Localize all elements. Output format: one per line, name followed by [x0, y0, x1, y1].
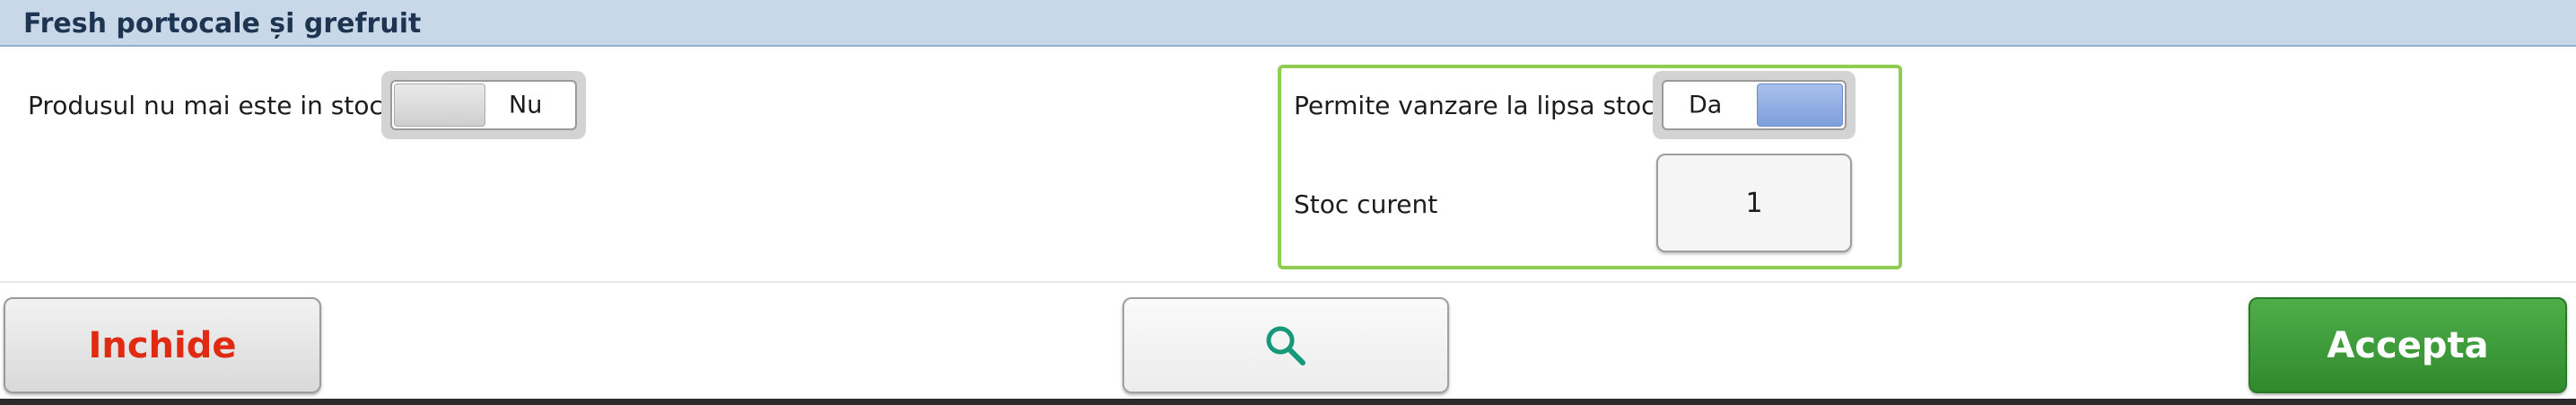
allow-sale-value: Da — [1689, 91, 1723, 119]
accept-button[interactable]: Accepta — [2249, 297, 2567, 393]
product-header: Fresh portocale și grefruit — [0, 0, 2576, 47]
search-button[interactable] — [1122, 297, 1449, 393]
current-stock-input[interactable]: 1 — [1656, 154, 1852, 252]
allow-sale-toggle[interactable]: Da — [1653, 71, 1856, 139]
allow-sale-label: Permite vanzare la lipsa stoc — [1294, 91, 1655, 120]
toggle-knob — [394, 84, 485, 127]
out-of-stock-value: Nu — [509, 91, 543, 119]
current-stock-label: Stoc curent — [1294, 189, 1438, 219]
bottom-bar — [0, 399, 2576, 405]
out-of-stock-switch[interactable]: Nu — [390, 80, 577, 130]
allow-sale-switch[interactable]: Da — [1662, 80, 1847, 130]
close-button[interactable]: Inchide — [4, 297, 321, 393]
product-title: Fresh portocale și grefruit — [23, 8, 422, 40]
toggle-knob — [1757, 84, 1843, 127]
out-of-stock-label: Produsul nu mai este in stoc — [28, 91, 383, 120]
divider — [0, 281, 2576, 283]
search-icon — [1266, 326, 1305, 365]
out-of-stock-toggle[interactable]: Nu — [381, 71, 586, 139]
